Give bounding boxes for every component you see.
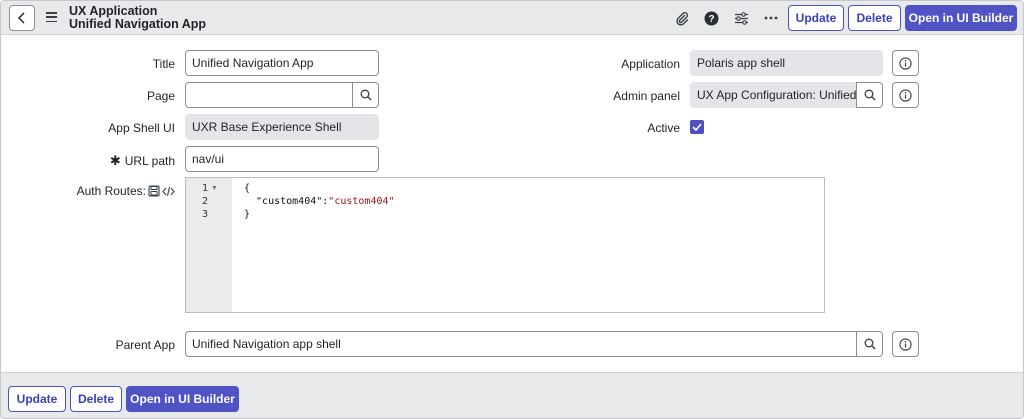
form-footer: Update Delete Open in UI Builder [1,372,1023,418]
header-delete-button[interactable]: Delete [848,5,901,31]
line-number: 1 [201,183,208,194]
code-line: } [244,209,251,220]
admin-panel-info-button[interactable] [892,82,919,108]
footer-open-ui-builder-button[interactable]: Open in UI Builder [126,386,239,412]
hamburger-menu-icon[interactable] [46,12,57,22]
admin-panel-field: UX App Configuration: Unified [690,82,857,108]
active-checkbox[interactable] [690,120,704,134]
required-marker: ✱ [109,153,121,168]
search-icon [360,89,371,101]
sliders-icon[interactable] [733,10,749,26]
url-path-label-group: ✱ URL path [110,153,175,169]
active-label: Active [647,121,680,135]
parent-app-lookup-button[interactable] [856,331,883,357]
application-label: Application [621,57,680,71]
info-icon [899,337,912,351]
application-info-button[interactable] [892,50,919,76]
app-shell-ui-label: App Shell UI [108,121,175,135]
form-record-title: Unified Navigation App [69,17,207,31]
parent-app-info-button[interactable] [892,331,919,357]
info-icon [899,56,912,70]
auth-routes-label-group: Auth Routes: [77,184,175,198]
search-icon [864,89,875,101]
code-string: "custom404" [328,196,395,207]
url-path-field[interactable]: nav/ui [185,146,379,172]
save-icon[interactable] [148,185,160,197]
info-icon [899,88,912,102]
app-shell-ui-field: UXR Base Experience Shell [185,114,379,140]
admin-panel-lookup-button[interactable] [856,82,883,108]
chevron-left-icon [17,12,25,24]
auth-routes-label: Auth Routes: [76,184,146,198]
page-field[interactable] [185,82,353,108]
paperclip-icon[interactable] [674,10,690,26]
admin-panel-label: Admin panel [613,89,680,103]
page-label: Page [146,89,175,103]
title-field[interactable]: Unified Navigation App [185,50,379,76]
auth-routes-code-editor[interactable]: 1 ▼ 2 3 { "custom404":"custom404" } [185,177,825,313]
footer-delete-button[interactable]: Delete [70,386,122,412]
page-lookup-button[interactable] [352,82,379,108]
svg-text:?: ? [708,14,714,25]
line-number: 2 [201,196,208,207]
parent-app-label: Parent App [115,338,175,352]
code-key: "custom404": [244,196,329,207]
line-number-gutter: 1 ▼ 2 3 [186,178,232,312]
code-icon[interactable] [162,186,175,197]
search-icon [864,338,875,350]
more-icon[interactable] [763,10,779,26]
help-icon[interactable]: ? [703,10,719,26]
record-form-frame: UX Application Unified Navigation App ? … [0,0,1024,419]
code-line: { [244,183,251,194]
title-label: Title [152,57,175,71]
line-number: 3 [201,209,208,220]
footer-update-button[interactable]: Update [8,386,66,412]
back-button[interactable] [9,5,35,31]
header-open-ui-builder-button[interactable]: Open in UI Builder [905,5,1017,31]
fold-arrow-icon[interactable]: ▼ [211,185,218,192]
code-line: "custom404":"custom404" [244,196,395,207]
url-path-label: URL path [124,154,175,168]
checkmark-icon [692,123,702,131]
form-header: UX Application Unified Navigation App ? … [1,1,1023,35]
form-title-block: UX Application Unified Navigation App [69,5,206,31]
parent-app-field[interactable]: Unified Navigation app shell [185,331,857,357]
application-field: Polaris app shell [690,50,883,76]
header-update-button[interactable]: Update [788,5,844,31]
